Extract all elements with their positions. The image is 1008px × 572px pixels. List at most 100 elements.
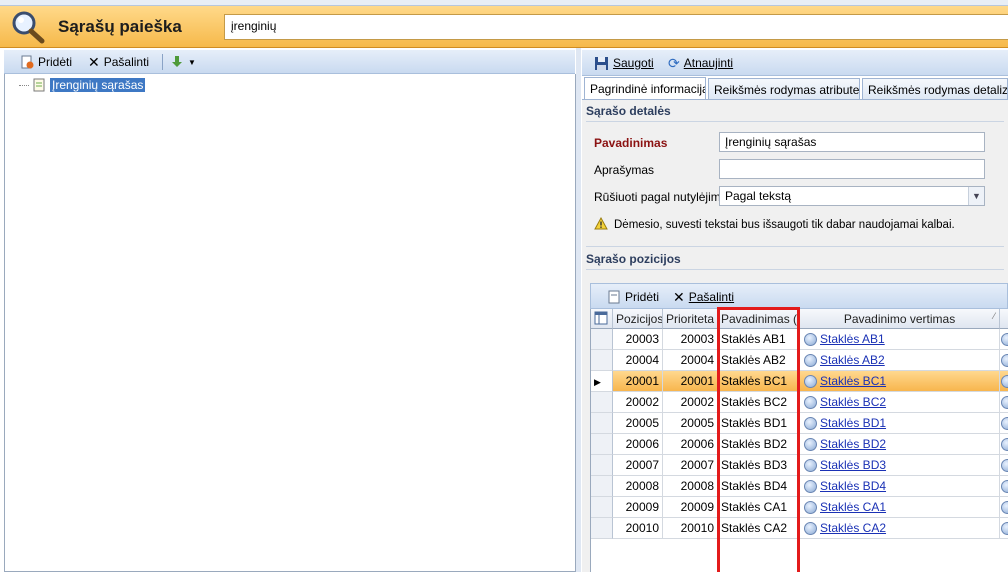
extra-cell[interactable] xyxy=(1000,434,1008,455)
table-row[interactable]: ▶ 20001 20001 Staklės BC1 Staklės BC1 xyxy=(591,371,1008,392)
priority-cell[interactable]: 20010 xyxy=(663,518,718,539)
row-indicator[interactable] xyxy=(591,497,613,518)
priority-cell[interactable]: 20004 xyxy=(663,350,718,371)
priority-cell[interactable]: 20007 xyxy=(663,455,718,476)
column-header[interactable]: Prioriteta xyxy=(663,309,718,329)
table-row[interactable]: 20004 20004 Staklės AB2 Staklės AB2 xyxy=(591,350,1008,371)
table-row[interactable]: 20006 20006 Staklės BD2 Staklės BD2 xyxy=(591,434,1008,455)
translation-cell[interactable]: Staklės CA2 xyxy=(800,518,1000,539)
name-cell[interactable]: Staklės BD3 xyxy=(718,455,800,476)
column-header[interactable] xyxy=(1000,309,1008,329)
tab-attribute-display[interactable]: Reikšmės rodymas atribute xyxy=(708,78,860,100)
position-cell[interactable]: 20010 xyxy=(613,518,663,539)
row-indicator[interactable] xyxy=(591,413,613,434)
name-field[interactable]: Įrenginių sąrašas xyxy=(719,132,985,152)
extra-cell[interactable] xyxy=(1000,371,1008,392)
translation-cell[interactable]: Staklės BD2 xyxy=(800,434,1000,455)
column-header[interactable]: Pavadinimo vertimas ⁄ xyxy=(800,309,1000,329)
name-cell[interactable]: Staklės CA2 xyxy=(718,518,800,539)
position-cell[interactable]: 20009 xyxy=(613,497,663,518)
translation-link[interactable]: Staklės AB2 xyxy=(820,353,885,367)
translation-cell[interactable]: Staklės CA1 xyxy=(800,497,1000,518)
translation-cell[interactable]: Staklės AB1 xyxy=(800,329,1000,350)
add-position-button[interactable]: Pridėti xyxy=(607,288,659,306)
row-indicator[interactable] xyxy=(591,329,613,350)
table-row[interactable]: 20005 20005 Staklės BD1 Staklės BD1 xyxy=(591,413,1008,434)
translation-cell[interactable]: Staklės BD4 xyxy=(800,476,1000,497)
name-cell[interactable]: Staklės AB2 xyxy=(718,350,800,371)
tab-detail-display[interactable]: Reikšmės rodymas detalizac xyxy=(862,78,1008,100)
priority-cell[interactable]: 20009 xyxy=(663,497,718,518)
add-list-button[interactable]: Pridėti xyxy=(20,53,72,71)
sort-dropdown[interactable]: Pagal tekstą ▼ xyxy=(719,186,985,206)
position-cell[interactable]: 20008 xyxy=(613,476,663,497)
row-indicator[interactable] xyxy=(591,350,613,371)
table-row[interactable]: 20010 20010 Staklės CA2 Staklės CA2 xyxy=(591,518,1008,539)
table-row[interactable]: 20008 20008 Staklės BD4 Staklės BD4 xyxy=(591,476,1008,497)
export-dropdown-button[interactable]: ▼ xyxy=(170,53,196,71)
position-cell[interactable]: 20004 xyxy=(613,350,663,371)
priority-cell[interactable]: 20005 xyxy=(663,413,718,434)
remove-list-button[interactable]: ✕ Pašalinti xyxy=(88,53,149,71)
translation-link[interactable]: Staklės BD3 xyxy=(820,458,886,472)
row-indicator[interactable] xyxy=(591,455,613,476)
priority-cell[interactable]: 20003 xyxy=(663,329,718,350)
extra-cell[interactable] xyxy=(1000,350,1008,371)
extra-cell[interactable] xyxy=(1000,476,1008,497)
translation-link[interactable]: Staklės CA2 xyxy=(820,521,886,535)
row-indicator[interactable] xyxy=(591,434,613,455)
table-row[interactable]: 20009 20009 Staklės CA1 Staklės CA1 xyxy=(591,497,1008,518)
extra-cell[interactable] xyxy=(1000,497,1008,518)
description-field[interactable] xyxy=(719,159,985,179)
name-cell[interactable]: Staklės AB1 xyxy=(718,329,800,350)
priority-cell[interactable]: 20001 xyxy=(663,371,718,392)
name-cell[interactable]: Staklės BD4 xyxy=(718,476,800,497)
row-indicator[interactable] xyxy=(591,476,613,497)
save-button[interactable]: Saugoti xyxy=(594,54,654,72)
extra-cell[interactable] xyxy=(1000,413,1008,434)
translation-link[interactable]: Staklės BD4 xyxy=(820,479,886,493)
translation-cell[interactable]: Staklės AB2 xyxy=(800,350,1000,371)
name-cell[interactable]: Staklės CA1 xyxy=(718,497,800,518)
position-cell[interactable]: 20002 xyxy=(613,392,663,413)
translation-cell[interactable]: Staklės BD1 xyxy=(800,413,1000,434)
position-cell[interactable]: 20007 xyxy=(613,455,663,476)
remove-position-button[interactable]: ✕ Pašalinti xyxy=(673,288,734,306)
priority-cell[interactable]: 20006 xyxy=(663,434,718,455)
translation-cell[interactable]: Staklės BC2 xyxy=(800,392,1000,413)
tree-item[interactable]: Įrenginių sąrašas xyxy=(19,78,146,92)
extra-cell[interactable] xyxy=(1000,455,1008,476)
extra-cell[interactable] xyxy=(1000,518,1008,539)
row-indicator[interactable]: ▶ xyxy=(591,371,613,392)
name-cell[interactable]: Staklės BC1 xyxy=(718,371,800,392)
column-header[interactable]: Pavadinimas (i xyxy=(718,309,800,329)
translation-cell[interactable]: Staklės BD3 xyxy=(800,455,1000,476)
name-cell[interactable]: Staklės BD1 xyxy=(718,413,800,434)
name-cell[interactable]: Staklės BC2 xyxy=(718,392,800,413)
translation-link[interactable]: Staklės CA1 xyxy=(820,500,886,514)
search-input[interactable]: įrenginių xyxy=(224,14,1008,40)
position-cell[interactable]: 20001 xyxy=(613,371,663,392)
translation-link[interactable]: Staklės BD2 xyxy=(820,437,886,451)
priority-cell[interactable]: 20008 xyxy=(663,476,718,497)
table-row[interactable]: 20003 20003 Staklės AB1 Staklės AB1 xyxy=(591,329,1008,350)
row-indicator[interactable] xyxy=(591,518,613,539)
refresh-button[interactable]: ⟳ Atnaujinti xyxy=(668,54,733,72)
chevron-down-icon[interactable]: ▼ xyxy=(968,187,984,205)
table-row[interactable]: 20007 20007 Staklės BD3 Staklės BD3 xyxy=(591,455,1008,476)
tab-main-info[interactable]: Pagrindinė informacija xyxy=(584,77,706,100)
priority-cell[interactable]: 20002 xyxy=(663,392,718,413)
extra-cell[interactable] xyxy=(1000,392,1008,413)
panel-splitter[interactable] xyxy=(576,48,581,572)
position-cell[interactable]: 20006 xyxy=(613,434,663,455)
row-indicator[interactable] xyxy=(591,392,613,413)
column-chooser-button[interactable] xyxy=(591,309,613,329)
name-cell[interactable]: Staklės BD2 xyxy=(718,434,800,455)
position-cell[interactable]: 20003 xyxy=(613,329,663,350)
position-cell[interactable]: 20005 xyxy=(613,413,663,434)
translation-cell[interactable]: Staklės BC1 xyxy=(800,371,1000,392)
extra-cell[interactable] xyxy=(1000,329,1008,350)
translation-link[interactable]: Staklės AB1 xyxy=(820,332,885,346)
translation-link[interactable]: Staklės BD1 xyxy=(820,416,886,430)
table-row[interactable]: 20002 20002 Staklės BC2 Staklės BC2 xyxy=(591,392,1008,413)
